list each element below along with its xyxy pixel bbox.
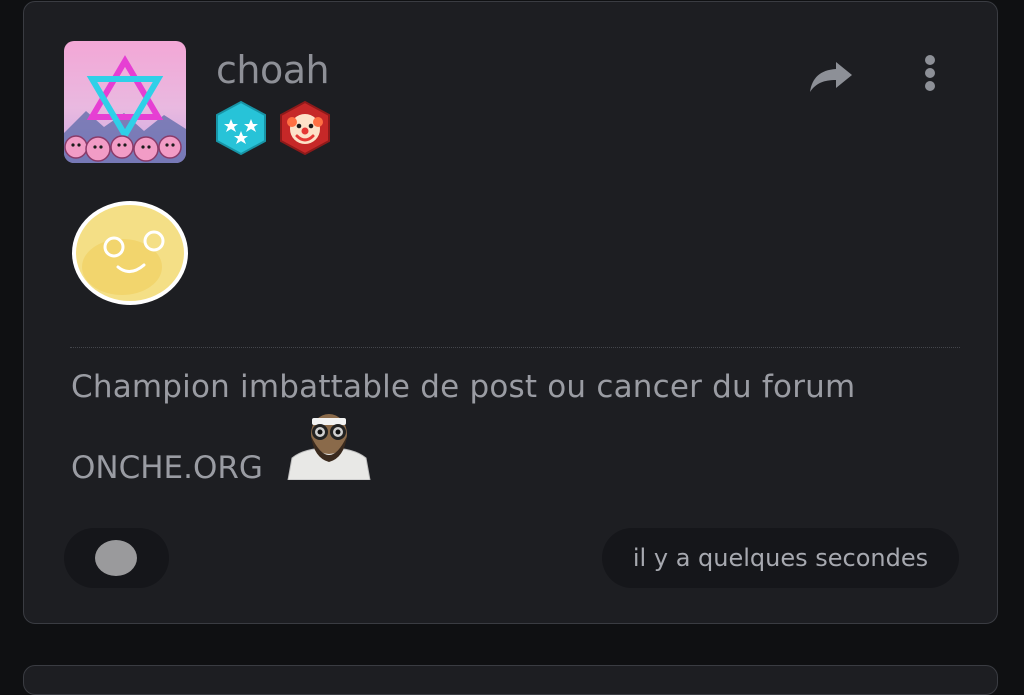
signature-divider <box>70 347 960 348</box>
post-timestamp: il y a quelques secondes <box>602 528 959 588</box>
smile-face-sticker <box>68 197 192 309</box>
reaction-button[interactable] <box>64 528 169 588</box>
reaction-icon <box>95 540 137 576</box>
username[interactable]: choah <box>216 48 330 92</box>
post-card: choah Champion imbattable de post ou can… <box>23 1 998 624</box>
user-avatar[interactable] <box>64 41 186 163</box>
stars-badge-icon[interactable] <box>214 100 268 156</box>
clown-badge-icon[interactable] <box>278 100 332 156</box>
signature-text: Champion imbattable de post ou cancer du… <box>71 369 856 405</box>
bearded-man-sticker <box>284 412 374 481</box>
next-post-card <box>23 665 998 695</box>
share-icon[interactable] <box>806 50 856 100</box>
more-vertical-icon[interactable] <box>916 50 944 100</box>
signature-site-text: ONCHE.ORG <box>71 450 263 486</box>
user-badges <box>214 100 332 156</box>
